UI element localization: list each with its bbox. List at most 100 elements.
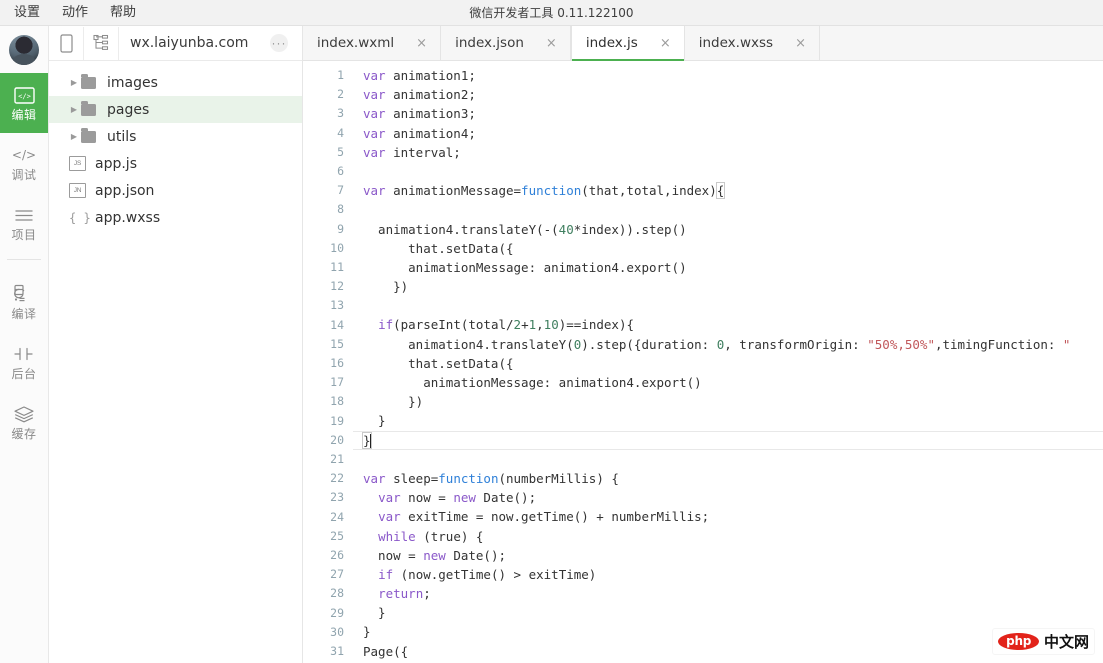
tab-label: index.wxss [699,35,773,51]
line-number: 3 [303,104,344,123]
user-avatar[interactable] [9,35,39,65]
line-number: 20 [303,431,344,450]
line-number: 14 [303,316,344,335]
code-line: if (now.getTime() > exitTime) [353,565,1103,584]
explorer-header: wx.laiyunba.com ··· [49,26,302,61]
svg-text:</>: </> [12,148,36,162]
avatar-container[interactable] [0,26,48,73]
rail-item-cache[interactable]: 缓存 [0,392,48,452]
file-explorer: wx.laiyunba.com ··· ▶ images ▶ pages ▶ [49,26,303,663]
line-number: 19 [303,412,344,431]
tab-index-wxml[interactable]: index.wxml × [303,26,441,60]
tab-label: index.js [586,35,638,51]
rail-item-cache-label: 缓存 [11,428,36,441]
tree-row-app-js[interactable]: JS app.js [49,150,302,177]
code-editor[interactable]: 1234567891011121314151617181920212223242… [303,61,1103,663]
editor-panel: index.wxml × index.json × index.js × ind… [303,26,1103,663]
line-number: 5 [303,143,344,162]
project-structure-icon[interactable] [84,27,119,60]
code-line: var sleep=function(numberMillis) { [353,469,1103,488]
rail-item-compile[interactable]: 编译 [0,272,48,332]
code-line: } [353,603,1103,622]
tab-close-icon[interactable]: × [546,37,557,50]
line-number: 17 [303,373,344,392]
layers-stack-icon [12,403,36,425]
code-line: } [353,622,1103,641]
line-number: 1 [303,66,344,85]
code-line: }) [353,277,1103,296]
line-number: 25 [303,527,344,546]
rail-item-project-label: 项目 [11,229,36,242]
app-window: 设置 动作 帮助 微信开发者工具 0.11.122100 </> 编辑 [0,0,1103,663]
folder-icon [81,77,103,89]
main-body: </> 编辑 </> 调试 [0,26,1103,663]
code-line: var now = new Date(); [353,488,1103,507]
code-line: while (true) { [353,527,1103,546]
tab-index-js[interactable]: index.js × [571,26,685,60]
code-line: var animation1; [353,66,1103,85]
code-line: return; [353,584,1103,603]
tab-close-icon[interactable]: × [660,37,671,50]
title-bar: 设置 动作 帮助 微信开发者工具 0.11.122100 [0,0,1103,26]
compile-refresh-icon [12,283,36,305]
project-name[interactable]: wx.laiyunba.com [119,35,270,51]
menu-actions[interactable]: 动作 [62,0,88,25]
tab-close-icon[interactable]: × [795,37,806,50]
tab-index-json[interactable]: index.json × [441,26,571,60]
brace-badge: { } [69,211,91,225]
line-number: 18 [303,392,344,411]
list-lines-icon [13,204,35,226]
chevron-right-icon[interactable]: ▶ [67,105,81,114]
tree-row-app-wxss[interactable]: { } app.wxss [49,204,302,231]
menu-help[interactable]: 帮助 [110,0,136,25]
rail-divider [7,259,41,260]
activity-rail: </> 编辑 </> 调试 [0,26,49,663]
line-number: 11 [303,258,344,277]
code-line [353,450,1103,469]
line-number: 6 [303,162,344,181]
code-content[interactable]: var animation1;var animation2;var animat… [353,61,1103,663]
tree-item-label: app.json [91,183,154,199]
code-line: var animation2; [353,85,1103,104]
rail-item-background-label: 后台 [11,368,36,381]
tree-item-label: app.js [91,156,137,172]
line-number: 15 [303,335,344,354]
tree-row-utils[interactable]: ▶ utils [49,123,302,150]
code-line: that.setData({ [353,354,1103,373]
rail-item-background[interactable]: 后台 [0,332,48,392]
line-number: 24 [303,508,344,527]
explorer-more-button[interactable]: ··· [270,34,288,52]
rail-item-project[interactable]: 项目 [0,193,48,253]
tab-index-wxss[interactable]: index.wxss × [685,26,820,60]
rail-item-compile-label: 编译 [11,308,36,321]
device-preview-icon[interactable] [49,27,84,60]
line-number: 7 [303,181,344,200]
tree-row-images[interactable]: ▶ images [49,69,302,96]
chevron-right-icon[interactable]: ▶ [67,78,81,87]
rail-item-edit-label: 编辑 [11,109,36,122]
code-box-icon: </> [14,84,35,106]
rail-item-debug-label: 调试 [11,169,36,182]
code-line: animation4.translateY(0).step({duration:… [353,335,1103,354]
line-number: 2 [303,85,344,104]
rail-item-edit[interactable]: </> 编辑 [0,73,48,133]
code-line: animation4.translateY(-(40*index)).step(… [353,220,1103,239]
chevron-right-icon[interactable]: ▶ [67,132,81,141]
svg-text:</>: </> [18,92,31,100]
rail-item-debug[interactable]: </> 调试 [0,133,48,193]
editor-tab-bar: index.wxml × index.json × index.js × ind… [303,26,1103,61]
line-number-gutter: 1234567891011121314151617181920212223242… [303,61,353,663]
js-badge: JS [69,156,86,171]
menu-settings[interactable]: 设置 [14,0,40,25]
watermark-label: 中文网 [1044,631,1089,652]
tree-row-app-json[interactable]: JN app.json [49,177,302,204]
tab-close-icon[interactable]: × [416,37,427,50]
background-toggle-icon [12,343,36,365]
json-badge: JN [69,183,86,198]
code-line: now = new Date(); [353,546,1103,565]
tree-row-pages[interactable]: ▶ pages [49,96,302,123]
code-line [353,162,1103,181]
code-line: animationMessage: animation4.export() [353,373,1103,392]
file-tree: ▶ images ▶ pages ▶ utils JS [49,61,302,663]
line-number: 31 [303,642,344,661]
